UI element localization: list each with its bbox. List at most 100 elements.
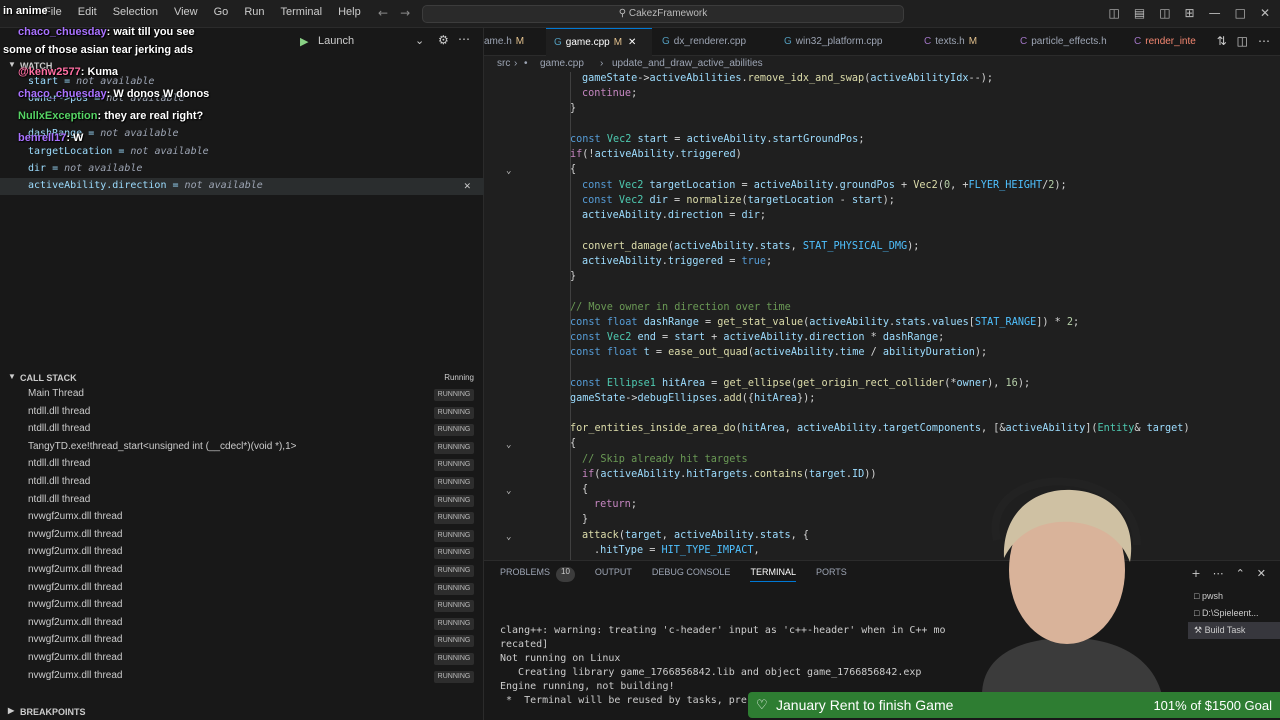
thread-name: ntdll.dll thread (28, 476, 91, 487)
breadcrumb-folder[interactable]: src (497, 58, 510, 69)
callstack-thread[interactable]: nvwgf2umx.dll thread RUNNING (0, 668, 484, 686)
callstack-thread[interactable]: nvwgf2umx.dll thread RUNNING (0, 650, 484, 668)
search-icon: ⚲ (618, 8, 627, 19)
minimize-icon[interactable]: — (1209, 6, 1221, 20)
tab-dx-renderer-cpp[interactable]: Gdx_renderer.cpp (662, 28, 746, 56)
watch-item[interactable]: targetLocation = not available (0, 144, 484, 161)
fold-chevron-icon[interactable]: ⌄ (506, 440, 511, 450)
command-center[interactable]: ⚲ CakezFramework (422, 5, 904, 23)
terminal-item[interactable]: □ D:\Spieleent... (1188, 605, 1280, 622)
tab-label: game.cpp (565, 37, 610, 48)
tab-terminal[interactable]: TERMINAL (750, 567, 796, 582)
split-editor-icon[interactable]: ◫ (1237, 34, 1248, 48)
start-debugging-icon[interactable]: ▶ (300, 35, 308, 48)
tab-game-cpp[interactable]: Ggame.cpp M ✕ (546, 28, 652, 56)
thread-name: ntdll.dll thread (28, 458, 91, 470)
menu-view[interactable]: View (166, 6, 206, 18)
thread-state-badge: RUNNING (434, 635, 474, 648)
close-tab-icon[interactable]: ✕ (628, 37, 636, 48)
thread-name: ntdll.dll thread (28, 405, 91, 417)
chat-message: NullxException: they are real right? (18, 110, 203, 122)
more-actions-icon[interactable]: ⋯ (1258, 34, 1270, 48)
terminal-text: recated] (500, 639, 549, 650)
terminal-text: clang++: warning: treating 'c-header' in… (500, 625, 946, 636)
callstack-thread[interactable]: ntdll.dll thread RUNNING (0, 492, 484, 510)
compare-icon[interactable]: ⇅ (1217, 34, 1227, 48)
breadcrumb-symbol[interactable]: update_and_draw_active_abilities (612, 58, 763, 69)
thread-state-badge: RUNNING (434, 653, 474, 665)
menu-go[interactable]: Go (206, 6, 237, 18)
menu-terminal[interactable]: Terminal (273, 6, 331, 18)
tab-ports[interactable]: PORTS (816, 567, 847, 582)
tab-problems[interactable]: PROBLEMS (500, 567, 550, 582)
callstack-label: CALL STACK (20, 373, 77, 383)
callstack-thread[interactable]: nvwgf2umx.dll thread RUNNING (0, 509, 484, 527)
callstack-thread[interactable]: nvwgf2umx.dll thread RUNNING (0, 597, 484, 615)
close-window-icon[interactable]: ✕ (1260, 6, 1270, 20)
watch-expression: targetLocation (28, 146, 113, 157)
terminal-item-selected[interactable]: ⚒ Build Task (1188, 622, 1280, 639)
tab-render-interface[interactable]: Crender_inte (1134, 28, 1196, 56)
remove-expression-icon[interactable]: ✕ (464, 179, 471, 192)
launch-config-select[interactable]: Launch (318, 35, 354, 47)
callstack-thread[interactable]: Main Thread RUNNING (0, 386, 484, 404)
layout-icon[interactable]: ⊞ (1185, 6, 1195, 20)
chat-username: chaco_chuesday (18, 26, 107, 38)
tab-output[interactable]: OUTPUT (595, 567, 632, 582)
breadcrumb-file[interactable]: game.cpp (540, 58, 584, 69)
header-file-icon: C (1134, 36, 1142, 47)
callstack-thread[interactable]: nvwgf2umx.dll thread RUNNING (0, 580, 484, 598)
terminal-item[interactable]: □ pwsh (1188, 588, 1280, 605)
callstack-thread[interactable]: nvwgf2umx.dll thread RUNNING (0, 544, 484, 562)
modified-indicator: M (515, 36, 525, 47)
close-panel-icon[interactable]: ✕ (1257, 567, 1266, 580)
callstack-thread[interactable]: ntdll.dll thread RUNNING (0, 456, 484, 474)
menu-selection[interactable]: Selection (105, 6, 166, 18)
chevron-down-icon: ▼ (8, 60, 16, 69)
thread-name: nvwgf2umx.dll thread (28, 634, 123, 646)
more-actions-icon[interactable]: ⋯ (1213, 567, 1224, 580)
more-actions-icon[interactable]: ⋯ (458, 32, 470, 46)
callstack-thread[interactable]: nvwgf2umx.dll thread RUNNING (0, 527, 484, 545)
tab-texts-h[interactable]: Ctexts.h M (924, 28, 977, 56)
thread-state-badge: RUNNING (434, 494, 474, 507)
menu-help[interactable]: Help (330, 6, 369, 18)
back-arrow-icon[interactable]: ← (378, 6, 388, 20)
menu-run[interactable]: Run (236, 6, 272, 18)
maximize-panel-icon[interactable]: ⌃ (1236, 567, 1245, 580)
chat-message: benrell17: W (18, 132, 83, 144)
watch-item-selected[interactable]: activeAbility.direction = not available … (0, 178, 484, 195)
cpp-file-icon: • (524, 58, 528, 69)
panel-actions: + ⋯ ⌃ ✕ (1191, 567, 1266, 580)
callstack-thread[interactable]: nvwgf2umx.dll thread RUNNING (0, 562, 484, 580)
terminal-line: Creating library game_1766856842.lib and… (500, 667, 921, 678)
callstack-thread[interactable]: ntdll.dll thread RUNNING (0, 404, 484, 422)
chevron-down-icon[interactable]: ⌄ (415, 34, 424, 47)
tab-ame-h[interactable]: ame.h M (484, 28, 524, 56)
watch-item[interactable]: dir = not available (0, 161, 484, 178)
fold-chevron-icon[interactable]: ⌄ (506, 532, 511, 542)
menu-edit[interactable]: Edit (70, 6, 105, 18)
fold-chevron-icon[interactable]: ⌄ (506, 486, 511, 496)
gear-icon[interactable]: ⚙ (438, 33, 449, 47)
fold-chevron-icon[interactable]: ⌄ (506, 166, 511, 176)
breakpoints-section-header[interactable]: ▶ BREAKPOINTS (0, 702, 484, 720)
tab-win32-platform-cpp[interactable]: Gwin32_platform.cpp (784, 28, 883, 56)
callstack-thread[interactable]: TangyTD.exe!thread_start<unsigned int (_… (0, 439, 484, 457)
thread-name: nvwgf2umx.dll thread (28, 511, 123, 523)
toggle-sidebar-icon[interactable]: ◫ (1109, 6, 1120, 20)
callstack-thread[interactable]: nvwgf2umx.dll thread RUNNING (0, 615, 484, 633)
callstack-thread[interactable]: ntdll.dll thread RUNNING (0, 421, 484, 439)
thread-state-badge: RUNNING (434, 565, 474, 577)
tab-debug-console[interactable]: DEBUG CONSOLE (652, 567, 731, 582)
forward-arrow-icon[interactable]: → (400, 6, 410, 20)
callstack-thread[interactable]: nvwgf2umx.dll thread RUNNING (0, 632, 484, 650)
toggle-panel-icon[interactable]: ▤ (1134, 6, 1145, 20)
tab-particle-effects-h[interactable]: Cparticle_effects.h (1020, 28, 1107, 56)
new-terminal-icon[interactable]: + (1191, 567, 1200, 580)
callstack-thread[interactable]: ntdll.dll thread RUNNING (0, 474, 484, 492)
panel-tabs: PROBLEMS 10 OUTPUT DEBUG CONSOLE TERMINA… (500, 567, 867, 582)
toggle-secondary-sidebar-icon[interactable]: ◫ (1159, 6, 1170, 20)
callstack-section-header[interactable]: ▼ CALL STACK Running (0, 368, 484, 388)
maximize-icon[interactable]: □ (1235, 6, 1246, 20)
